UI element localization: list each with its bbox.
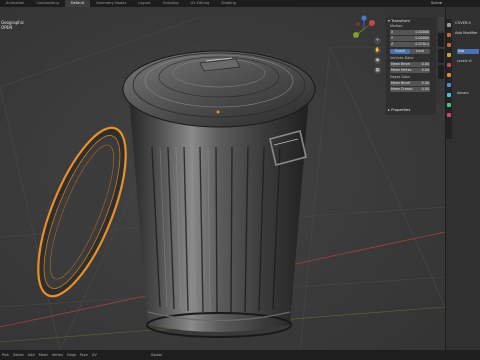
status-item-5[interactable]: Edge (65, 353, 78, 357)
particles-icon[interactable] (447, 93, 451, 97)
mean-crease-label: Mean Crease (391, 87, 413, 91)
median-x-field[interactable]: X 0.00000 (390, 30, 430, 35)
editor-header-bar: Pick Select Add Mesh Vertex Edge Face UV… (0, 350, 480, 360)
modifier-levels-label: Levels Vi (457, 59, 472, 63)
object-origin-dot (216, 110, 220, 114)
status-item-0[interactable]: Pick (0, 353, 11, 357)
modifier-wrench-icon[interactable] (447, 83, 451, 87)
material-icon[interactable] (447, 113, 451, 117)
sidebar-tab-item[interactable] (438, 17, 444, 31)
mean-crease-field[interactable]: Mean Crease 0.00 (390, 87, 430, 92)
coord-toggle-row: Global Local (390, 49, 430, 54)
mean-bevel-vertex-label: Mean Bevel (391, 62, 411, 66)
global-button[interactable]: Global (390, 49, 410, 54)
tool-icon[interactable] (447, 23, 451, 27)
object-icon[interactable] (447, 73, 451, 77)
mean-vertex-field[interactable]: Mean Vertex 0.00 (390, 68, 430, 73)
workspace-tab-7[interactable]: Shading (215, 0, 242, 7)
median-x-value: 0.00000 (415, 30, 429, 34)
properties-object-name: COVER.0 (455, 21, 471, 25)
workspace-tab-1[interactable]: Compositing (30, 0, 65, 7)
sidebar-tab-tool[interactable] (438, 33, 444, 47)
transform-orientation-dropdown[interactable]: Global (149, 353, 164, 357)
grid-ortho-icon[interactable]: ▦ (374, 67, 381, 74)
mean-bevel-edge-field[interactable]: Mean Bevel 0.00 (390, 81, 430, 86)
mean-bevel-edge-label: Mean Bevel (391, 81, 411, 85)
sidebar-tab-extra[interactable] (438, 65, 444, 79)
transform-title: Transform (391, 18, 411, 23)
workspace-tab-2[interactable]: Default (64, 0, 90, 7)
modifier-advanced-label[interactable]: Advanc (457, 91, 469, 95)
physics-icon[interactable] (447, 103, 451, 107)
zoom-icon[interactable]: + (374, 37, 381, 44)
mean-bevel-vertex-value: 0.00 (421, 62, 429, 66)
sidebar-tab-view[interactable] (438, 49, 444, 63)
mean-bevel-edge-value: 0.00 (421, 81, 429, 85)
workspace-tab-0[interactable]: Animation (0, 0, 30, 7)
hand-pan-icon[interactable]: ✋ (374, 47, 381, 54)
properties-tab-column (446, 19, 452, 139)
sidebar-tabs (437, 17, 445, 127)
render-icon[interactable] (447, 33, 451, 37)
median-x-label: X (391, 30, 394, 34)
status-item-7[interactable]: UV (90, 353, 99, 357)
workspace-tabs-bar: Animation Compositing Default Geometry N… (0, 0, 480, 7)
sidebar-n-panel: ▾ Transform Median: X 0.00000 Y 0.00000 Z 0… (386, 17, 436, 115)
median-label: Median: (390, 24, 404, 28)
median-z-field[interactable]: Z 0.07814 (390, 42, 430, 47)
add-modifier-button[interactable]: Add Modifier (455, 31, 478, 35)
transform-section-header[interactable]: ▾ Transform (388, 18, 410, 23)
3d-viewport[interactable]: Geographic OPEN + ✋ ◉ ▦ ▾ Transform Medi… (0, 7, 445, 350)
camera-icon[interactable]: ◉ (374, 57, 381, 64)
status-item-6[interactable]: Face (78, 353, 90, 357)
median-y-field[interactable]: Y 0.00000 (390, 36, 430, 41)
scene-name-field[interactable]: Scene (431, 1, 442, 6)
mean-bevel-vertex-field[interactable]: Mean Bevel 0.00 (390, 62, 430, 67)
vertices-data-label: Vertices Data: (390, 56, 414, 60)
edges-data-label: Edges Data: (390, 75, 411, 79)
median-y-value: 0.00000 (415, 36, 429, 40)
status-item-1[interactable]: Select (11, 353, 26, 357)
status-item-3[interactable]: Mesh (37, 353, 50, 357)
properties-title: Properties (391, 107, 411, 112)
viewport-object-text: OPEN (1, 25, 13, 30)
properties-section-header[interactable]: ▸ Properties (388, 107, 410, 112)
status-item-4[interactable]: Vertex (50, 353, 65, 357)
mean-vertex-label: Mean Vertex (391, 68, 412, 72)
workspace-tab-6[interactable]: UV Editing (185, 0, 216, 7)
mean-crease-value: 0.00 (421, 87, 429, 91)
modifier-item-sub[interactable]: Sub (457, 49, 479, 54)
workspace-tab-5[interactable]: Scripting (157, 0, 185, 7)
workspace-tab-3[interactable]: Geometry Nodes (90, 0, 132, 7)
median-z-value: 0.07814 (415, 42, 429, 46)
properties-editor: COVER.0 Add Modifier Sub Levels Vi Advan… (445, 7, 480, 350)
trash-can-lid[interactable] (122, 50, 316, 128)
workspace-tab-4[interactable]: Layout (132, 0, 156, 7)
world-icon[interactable] (447, 63, 451, 67)
output-icon[interactable] (447, 43, 451, 47)
median-z-label: Z (391, 42, 394, 46)
status-item-2[interactable]: Add (26, 353, 37, 357)
viewport-info-overlay: Geographic OPEN (1, 20, 24, 30)
scene-icon[interactable] (447, 53, 451, 57)
median-y-label: Y (391, 36, 394, 40)
mean-vertex-value: 0.00 (421, 68, 429, 72)
local-button[interactable]: Local (410, 49, 430, 54)
